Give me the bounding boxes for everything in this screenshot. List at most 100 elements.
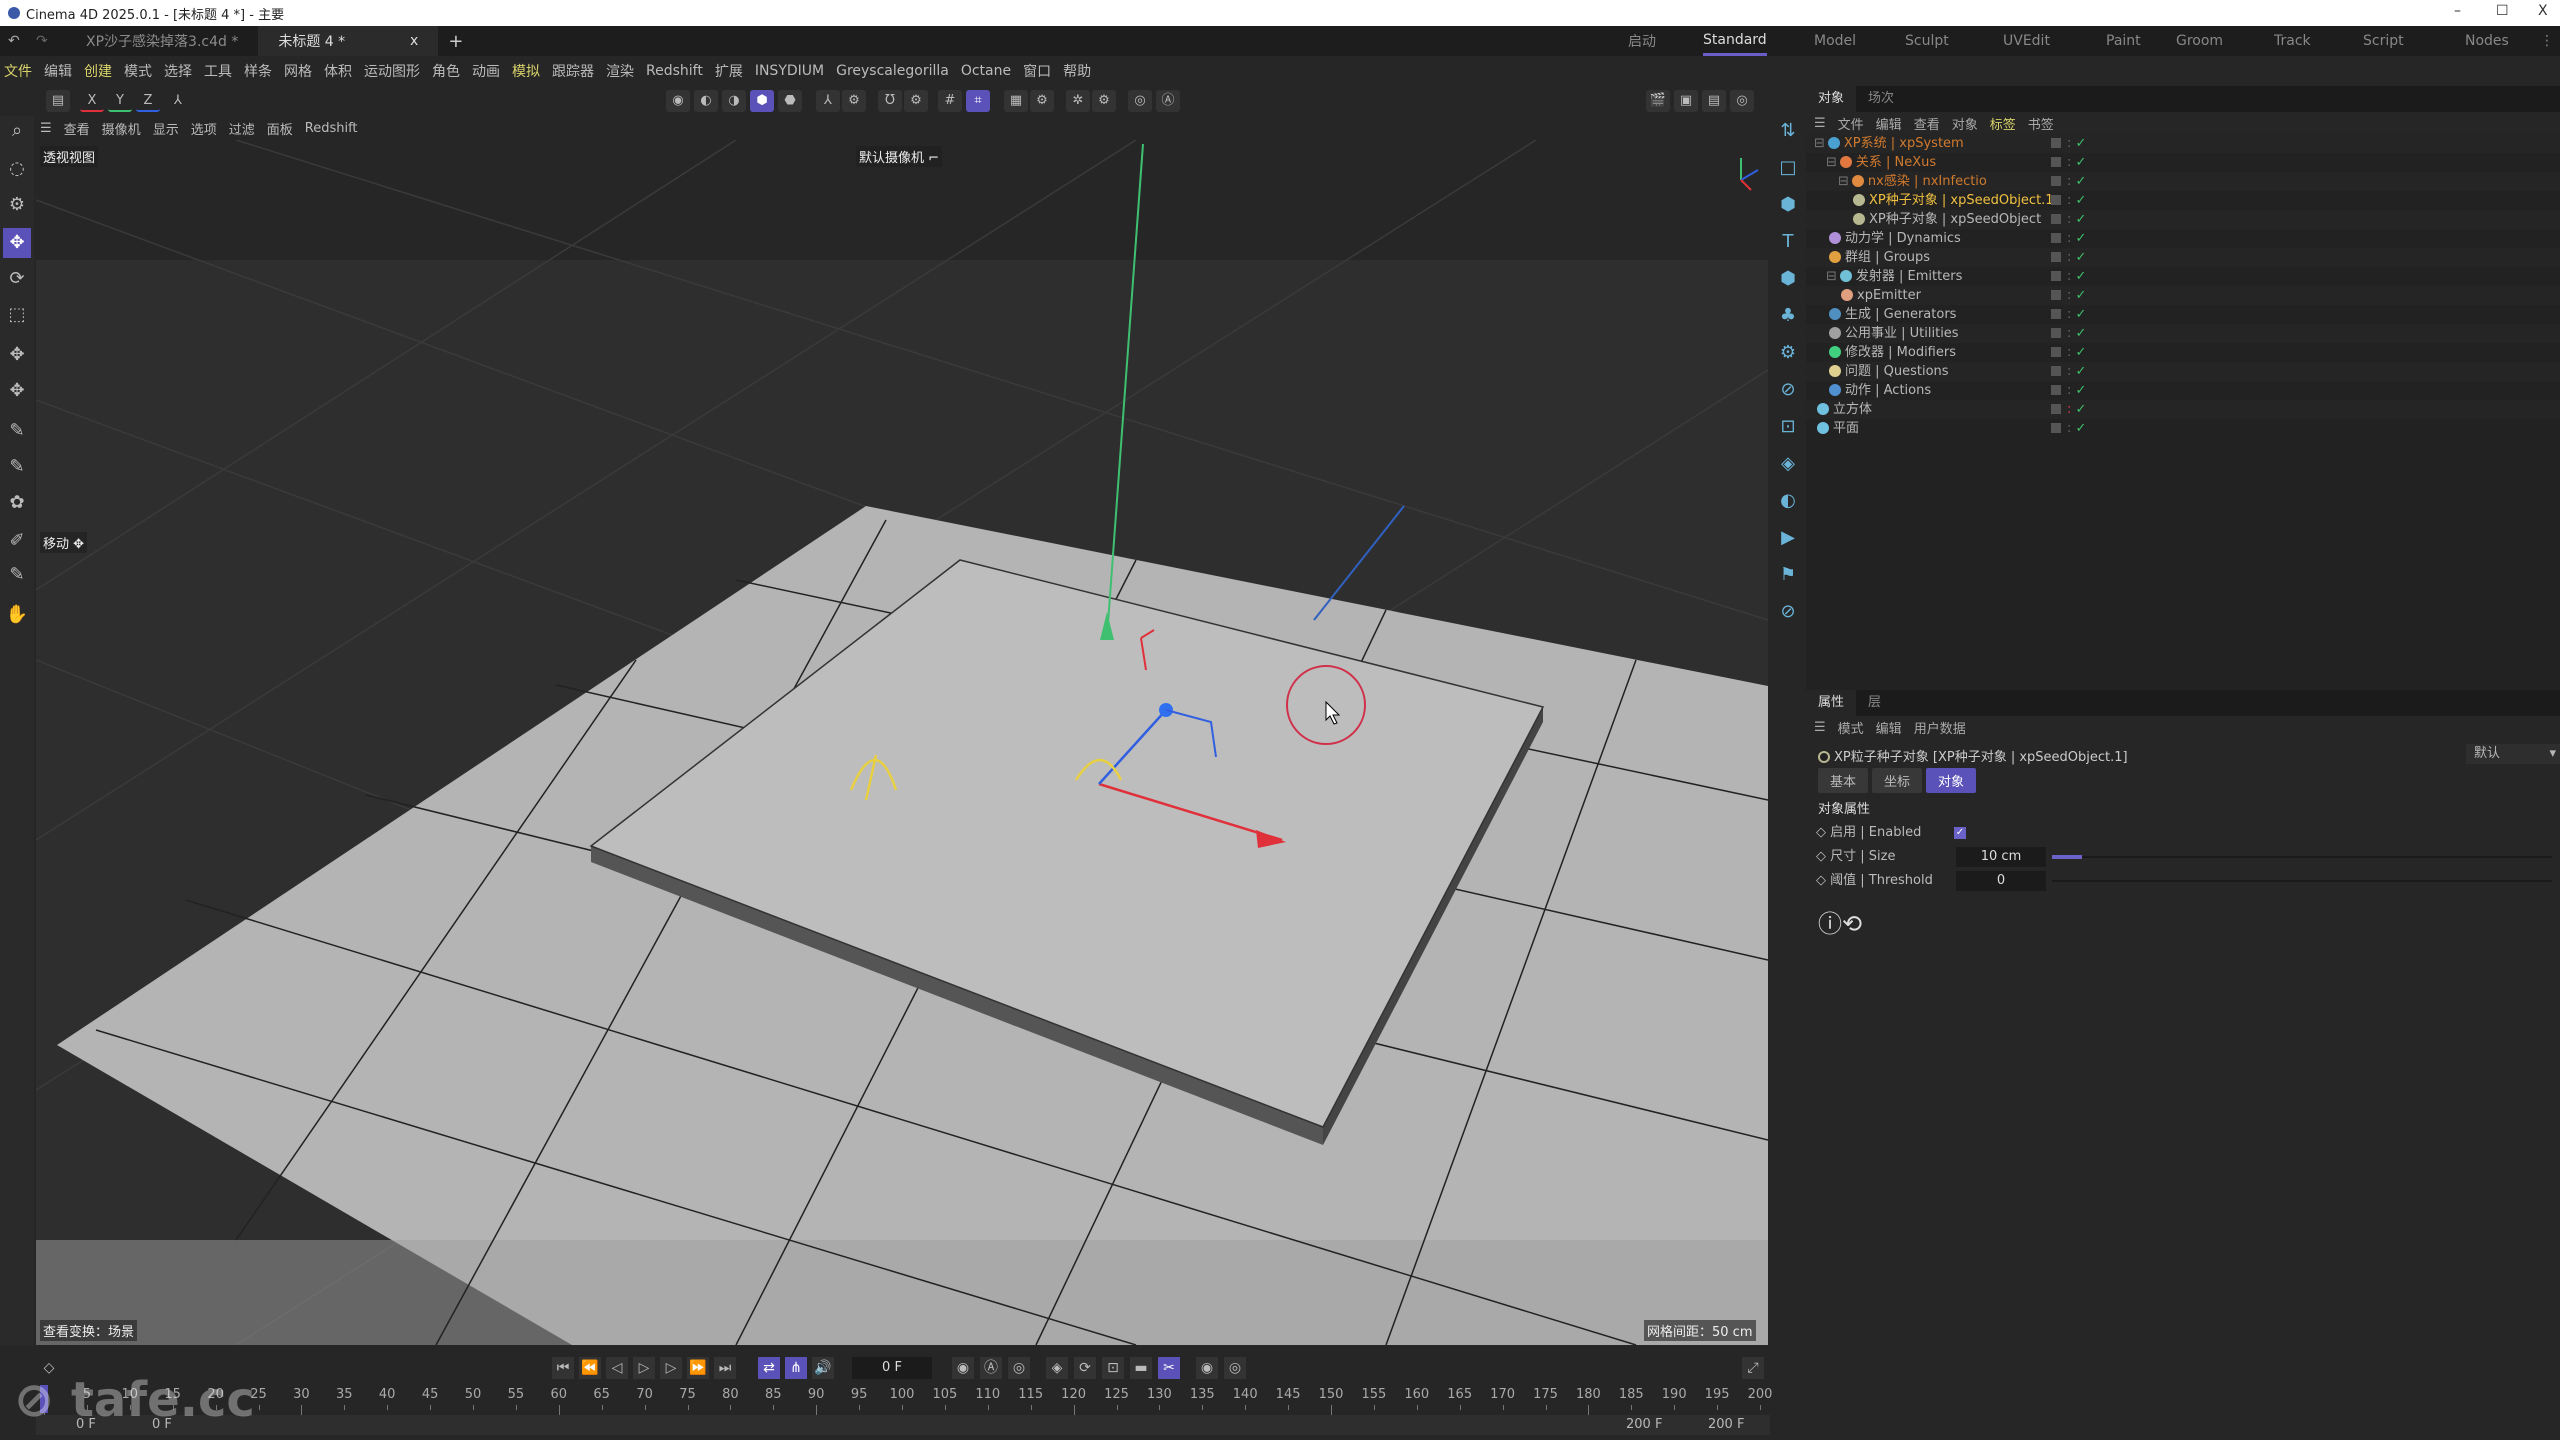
tool-6-icon[interactable]: ✥: [3, 340, 31, 370]
edit-tag-icon[interactable]: [2051, 195, 2061, 205]
reset-icon[interactable]: ⟲: [1842, 910, 1862, 938]
visibility-flags[interactable]: : ✓: [2051, 134, 2086, 153]
dots-icon[interactable]: :: [2067, 326, 2071, 341]
tool-7-icon[interactable]: ✥: [3, 376, 31, 406]
dots-icon[interactable]: :: [2067, 402, 2071, 417]
edit-tag-icon[interactable]: [2051, 404, 2061, 414]
menu-8[interactable]: 体积: [324, 61, 352, 81]
menu-18[interactable]: Greyscalegorilla: [836, 63, 949, 79]
enabled-check-icon[interactable]: ✓: [2076, 231, 2087, 246]
tree-row[interactable]: XP种子对象 | xpSeedObject.1: ✓: [1806, 191, 2560, 210]
menu-14[interactable]: 渲染: [606, 61, 634, 81]
enabled-check-icon[interactable]: ✓: [2076, 288, 2087, 303]
create-object-3-icon[interactable]: T: [1776, 231, 1800, 255]
enabled-check-icon[interactable]: ✓: [2076, 364, 2087, 379]
tree-row[interactable]: ⊟ 发射器 | Emitters: ✓: [1806, 267, 2560, 286]
enabled-check-icon[interactable]: ✓: [2076, 250, 2087, 265]
enabled-check-icon[interactable]: ✓: [2076, 136, 2087, 151]
subtab-0[interactable]: 基本: [1818, 768, 1869, 793]
dots-icon[interactable]: :: [2067, 231, 2071, 246]
om-menu-2[interactable]: 查看: [1914, 114, 1940, 133]
visibility-flags[interactable]: : ✓: [2051, 229, 2086, 248]
tree-row[interactable]: 动作 | Actions: ✓: [1806, 381, 2560, 400]
tool-1-icon[interactable]: ◌: [3, 154, 31, 184]
om-menu-0[interactable]: 文件: [1838, 114, 1864, 133]
om-menu-icon[interactable]: ☰: [1814, 116, 1826, 131]
visibility-flags[interactable]: : ✓: [2051, 210, 2086, 229]
frame-ruler[interactable]: 0510152025303540455055606570758085909510…: [36, 1345, 1772, 1415]
create-object-4-icon[interactable]: ⬢: [1776, 268, 1800, 292]
attr-menu-2[interactable]: 用户数据: [1914, 718, 1966, 737]
tree-row[interactable]: 动力学 | Dynamics: ✓: [1806, 229, 2560, 248]
layout-tab-groom[interactable]: Groom: [2176, 26, 2223, 56]
undo-icon[interactable]: ↶: [0, 33, 36, 49]
tree-row[interactable]: 群组 | Groups: ✓: [1806, 248, 2560, 267]
tool-button-13-icon[interactable]: ✲: [1066, 90, 1090, 112]
menu-12[interactable]: 模拟: [512, 61, 540, 81]
create-object-7-icon[interactable]: ⊘: [1776, 379, 1800, 403]
attr-tab-1[interactable]: 层: [1856, 690, 1893, 716]
viewport-menu-icon[interactable]: ☰: [40, 121, 52, 136]
tool-button-7-icon[interactable]: Ʊ: [878, 90, 902, 112]
tool-button-10-icon[interactable]: ⌗: [966, 90, 990, 112]
visibility-flags[interactable]: : ✓: [2051, 248, 2086, 267]
expand-toggle-icon[interactable]: ⊟: [1814, 136, 1825, 151]
menu-16[interactable]: 扩展: [715, 61, 743, 81]
tool-9-icon[interactable]: ✎: [3, 452, 31, 482]
menu-4[interactable]: 选择: [164, 61, 192, 81]
create-object-1-icon[interactable]: □: [1776, 157, 1800, 181]
layout-tab-model[interactable]: Model: [1814, 26, 1856, 56]
layout-tab-启动[interactable]: 启动: [1628, 26, 1656, 56]
tool-4-icon[interactable]: ⟳: [3, 264, 31, 294]
frame-range-bar[interactable]: 0 F 0 F 200 F 200 F: [36, 1415, 1770, 1435]
edit-tag-icon[interactable]: [2051, 347, 2061, 357]
enabled-check-icon[interactable]: ✓: [2076, 421, 2087, 436]
expand-toggle-icon[interactable]: ⊟: [1838, 174, 1849, 189]
menu-21[interactable]: 帮助: [1063, 61, 1091, 81]
tool-2-icon[interactable]: ⚙: [3, 190, 31, 220]
dots-icon[interactable]: :: [2067, 269, 2071, 284]
create-object-9-icon[interactable]: ◈: [1776, 453, 1800, 477]
subtab-1[interactable]: 坐标: [1872, 768, 1923, 793]
tree-row[interactable]: 平面: ✓: [1806, 419, 2560, 438]
edit-tag-icon[interactable]: [2051, 423, 2061, 433]
layout-tab-script[interactable]: Script: [2363, 26, 2404, 56]
tree-row[interactable]: 问题 | Questions: ✓: [1806, 362, 2560, 381]
tree-row[interactable]: XP种子对象 | xpSeedObject: ✓: [1806, 210, 2560, 229]
tool-button-8-icon[interactable]: ⚙: [904, 90, 928, 112]
dots-icon[interactable]: :: [2067, 288, 2071, 303]
minimize-button[interactable]: –: [2454, 3, 2461, 19]
world-coords-icon[interactable]: ⅄: [166, 90, 190, 112]
layout-tab-nodes[interactable]: Nodes: [2465, 26, 2509, 56]
tool-12-icon[interactable]: ✎: [3, 560, 31, 590]
viewport-menu-4[interactable]: 过滤: [229, 119, 255, 138]
menu-9[interactable]: 运动图形: [364, 61, 420, 81]
tool-button-2-icon[interactable]: ◑: [722, 90, 746, 112]
attr-menu-1[interactable]: 编辑: [1876, 718, 1902, 737]
close-tab-icon[interactable]: x: [410, 33, 418, 49]
visibility-flags[interactable]: : ✓: [2051, 172, 2086, 191]
visibility-flags[interactable]: : ✓: [2051, 324, 2086, 343]
create-object-12-icon[interactable]: ⚑: [1776, 564, 1800, 588]
attr-menu-0[interactable]: 模式: [1838, 718, 1864, 737]
visibility-flags[interactable]: : ✓: [2051, 305, 2086, 324]
edit-tag-icon[interactable]: [2051, 138, 2061, 148]
enabled-checkbox[interactable]: ✓: [1954, 827, 1966, 839]
tool-button-6-icon[interactable]: ⚙: [842, 90, 866, 112]
create-object-10-icon[interactable]: ◐: [1776, 490, 1800, 514]
dots-icon[interactable]: :: [2067, 136, 2071, 151]
viewport-menu-6[interactable]: Redshift: [305, 121, 358, 136]
redo-icon[interactable]: ↷: [36, 33, 66, 49]
menu-15[interactable]: Redshift: [646, 63, 703, 79]
close-button[interactable]: X: [2538, 3, 2548, 19]
dots-icon[interactable]: :: [2067, 383, 2071, 398]
enabled-check-icon[interactable]: ✓: [2076, 174, 2087, 189]
maximize-button[interactable]: ☐: [2496, 3, 2509, 19]
enabled-check-icon[interactable]: ✓: [2076, 212, 2087, 227]
edit-tag-icon[interactable]: [2051, 157, 2061, 167]
tree-row[interactable]: 修改器 | Modifiers: ✓: [1806, 343, 2560, 362]
visibility-flags[interactable]: : ✓: [2051, 419, 2086, 438]
menu-17[interactable]: INSYDIUM: [755, 63, 824, 79]
visibility-flags[interactable]: : ✓: [2051, 153, 2086, 172]
tree-row[interactable]: xpEmitter: ✓: [1806, 286, 2560, 305]
